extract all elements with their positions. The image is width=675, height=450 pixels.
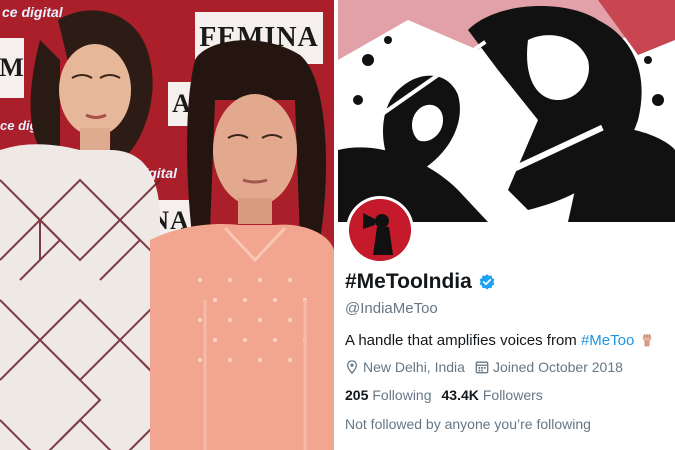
profile-handle: @IndiaMeToo — [345, 300, 438, 317]
followers-count: 43.4K — [441, 387, 479, 403]
following-count: 205 — [345, 387, 369, 403]
profile-name-row: #MeTooIndia — [345, 270, 496, 294]
raised-fist-icon — [642, 334, 651, 347]
location-text: New Delhi, India — [363, 359, 465, 375]
following-link[interactable]: 205 Following — [345, 387, 432, 403]
profile-location: New Delhi, India — [345, 359, 465, 375]
profile-display-name: #MeTooIndia — [345, 270, 472, 293]
verified-badge-icon — [479, 274, 495, 290]
location-pin-icon — [346, 360, 358, 374]
joined-text: Joined October 2018 — [492, 359, 623, 375]
people-illustration — [0, 10, 334, 450]
followed-by-note: Not followed by anyone you’re following — [345, 416, 591, 432]
profile-joined-date: Joined October 2018 — [475, 359, 623, 375]
followers-label: Followers — [482, 387, 543, 403]
bio-text: A handle that amplifies voices from — [345, 332, 581, 349]
following-label: Following — [372, 387, 432, 403]
profile-bio: A handle that amplifies voices from #MeT… — [345, 332, 653, 349]
event-photo: FEMINA NA M A A ce digital ce digital an… — [0, 0, 334, 450]
followers-link[interactable]: 43.4K Followers — [442, 387, 543, 403]
bio-hashtag-link[interactable]: #MeToo — [581, 332, 634, 349]
calendar-icon — [475, 361, 489, 374]
profile-stats: 205 Following 43.4K Followers — [345, 387, 543, 403]
twitter-profile-card: #MeTooIndia @IndiaMeToo A handle that am… — [338, 0, 675, 450]
megaphone-figure-icon — [349, 199, 411, 261]
profile-meta-row: New Delhi, India Joined October 2018 — [345, 359, 633, 375]
profile-banner-image[interactable] — [338, 0, 675, 222]
profile-avatar[interactable] — [346, 196, 414, 264]
